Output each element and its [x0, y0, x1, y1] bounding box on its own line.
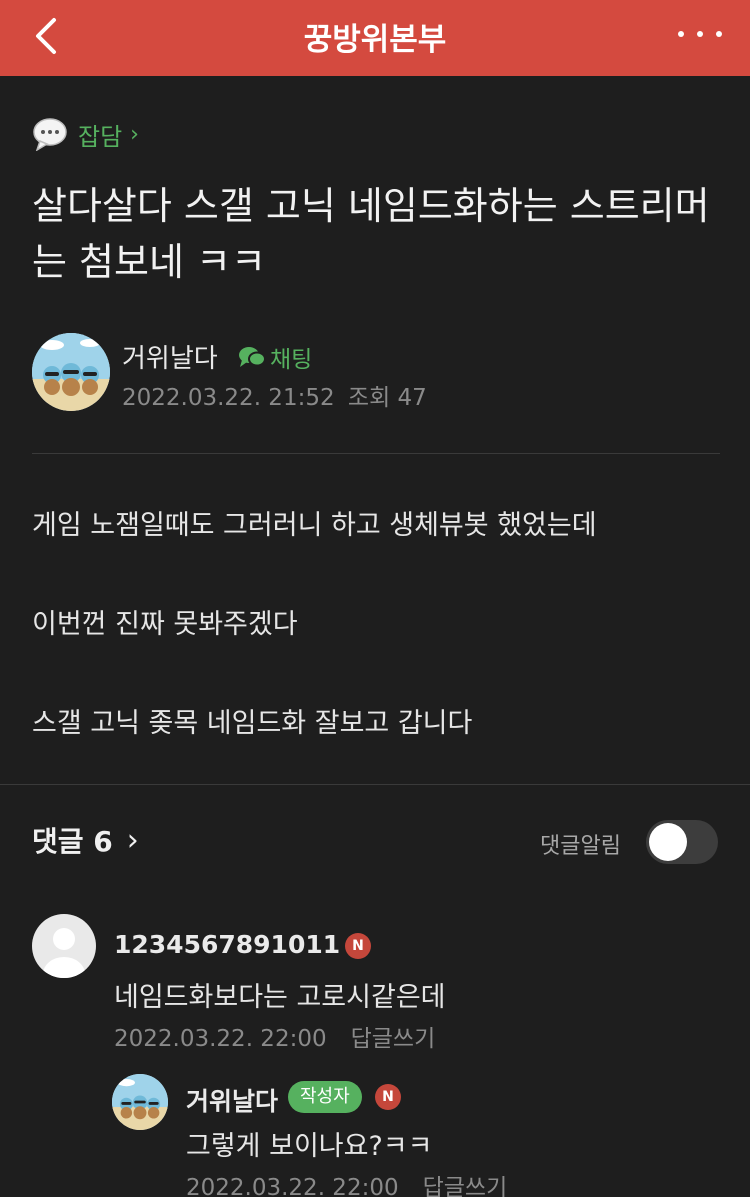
comments-header[interactable]: 댓글 6 ›: [32, 820, 139, 860]
reply-button[interactable]: 답글쓰기: [351, 1026, 436, 1052]
avatar[interactable]: [32, 333, 110, 411]
default-user-icon: [43, 928, 85, 978]
category-label: 잡담: [78, 122, 123, 151]
post-body-line: 이번껀 진짜 못봐주겠다: [32, 609, 298, 640]
post-body-line: 게임 노잼일때도 그러러니 하고 생체뷰봇 했었는데: [32, 510, 597, 541]
comment-author[interactable]: 거위날다: [186, 1082, 278, 1118]
app-header: 꿍방위본부: [0, 0, 750, 76]
comments-count: 댓글 6: [32, 825, 113, 858]
comment-text: 네임드화보다는 고로시같은데: [114, 982, 446, 1013]
chevron-right-icon: ›: [126, 822, 139, 858]
post-meta: 2022.03.22. 21:52 조회 47: [122, 378, 427, 412]
new-badge: N: [375, 1084, 401, 1110]
speech-bubble-icon: [33, 118, 67, 151]
chat-button[interactable]: 채팅: [238, 340, 312, 374]
post-date: 2022.03.22. 21:52: [122, 385, 335, 411]
comment-date: 2022.03.22. 22:00: [114, 1026, 327, 1052]
divider: [32, 453, 720, 454]
divider: [0, 784, 750, 785]
toggle-knob: [649, 823, 687, 861]
comment-author[interactable]: 1234567891011: [114, 930, 340, 959]
comment-alarm-toggle[interactable]: [646, 820, 718, 864]
post-title: 살다살다 스갤 고닉 네임드화하는 스트리머는 첨보네 ㅋㅋ: [32, 184, 710, 284]
chat-bubbles-icon: [239, 347, 266, 367]
avatar[interactable]: [32, 914, 96, 978]
comment-meta: 2022.03.22. 22:00 답글쓰기: [114, 1019, 435, 1053]
avatar[interactable]: [112, 1074, 168, 1130]
comment-meta: 2022.03.22. 22:00 답글쓰기: [186, 1168, 507, 1197]
author-name[interactable]: 거위날다: [122, 338, 218, 375]
comment-alarm-label: 댓글알림: [540, 834, 621, 859]
chat-label: 채팅: [270, 347, 313, 373]
category-link[interactable]: 잡담 ›: [32, 116, 139, 152]
author-badge: 작성자: [288, 1081, 362, 1113]
post-body-line: 스갤 고닉 좆목 네임드화 잘보고 갑니다: [32, 708, 473, 739]
chevron-right-icon: ›: [130, 121, 139, 147]
new-badge: N: [345, 933, 371, 959]
comment-date: 2022.03.22. 22:00: [186, 1175, 399, 1197]
comment-text: 그렇게 보이나요?ㅋㅋ: [186, 1131, 433, 1162]
view-count: 조회 47: [347, 385, 427, 411]
reply-button[interactable]: 답글쓰기: [423, 1175, 508, 1197]
cafe-title: 꿍방위본부: [303, 22, 447, 58]
more-dots-icon[interactable]: [678, 26, 722, 40]
